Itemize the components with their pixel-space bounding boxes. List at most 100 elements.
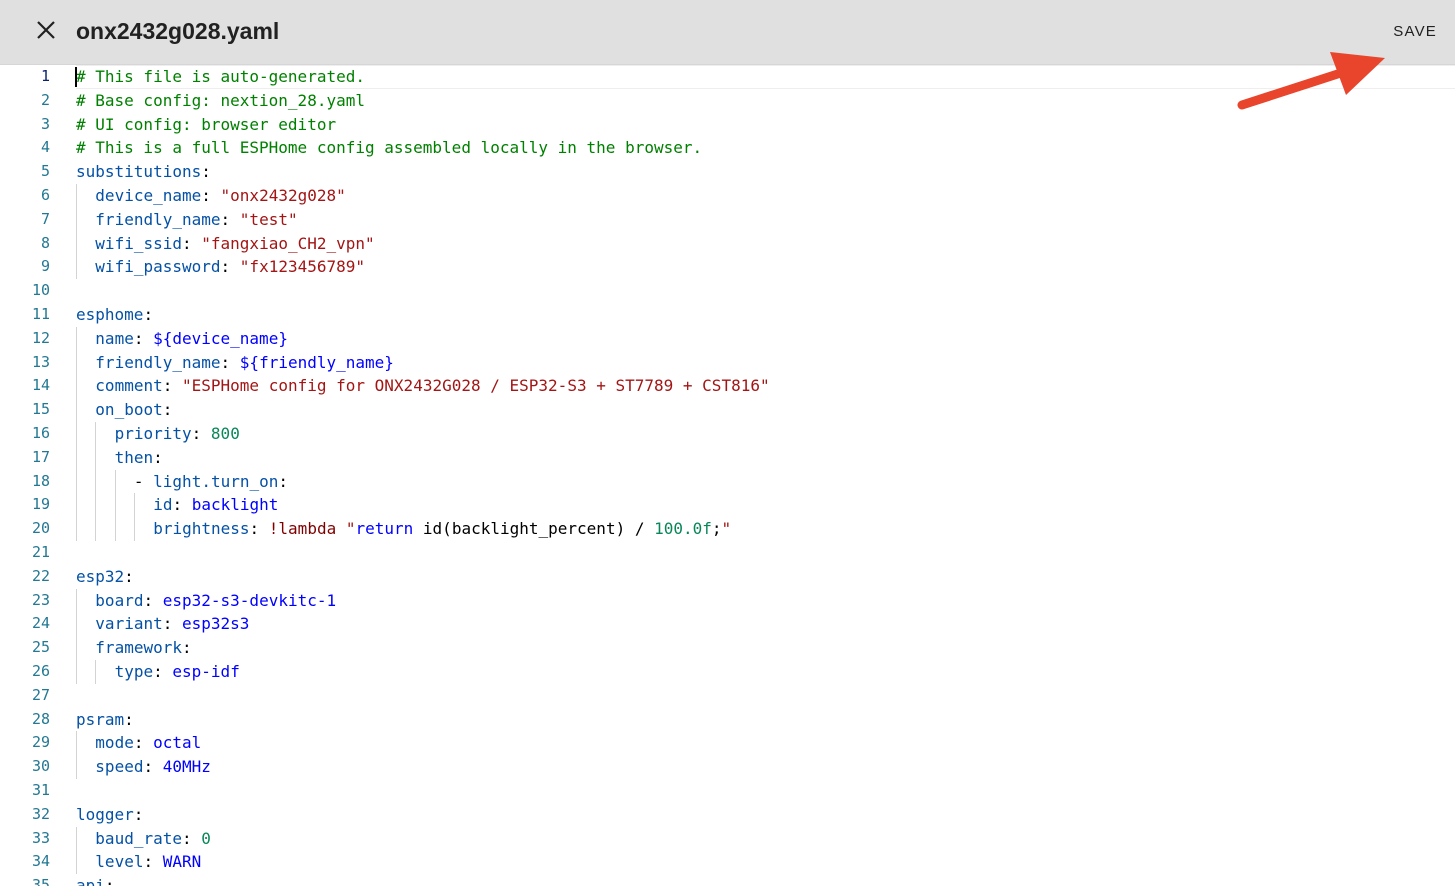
indent-guide: [76, 207, 95, 232]
code-line[interactable]: 26 type: esp-idf: [0, 659, 1455, 684]
code-token: :: [201, 185, 221, 205]
code-token: esp32-s3-devkitc-1: [162, 590, 337, 610]
code-token: :: [182, 233, 202, 253]
code-token: ${device_name}: [153, 328, 288, 348]
line-number: 10: [31, 281, 50, 300]
indent-guide: [133, 493, 153, 518]
line-number: 5: [40, 162, 50, 181]
code-token: psram: [76, 709, 125, 729]
line-number: 25: [31, 638, 50, 657]
code-line[interactable]: 9 wifi_password: "fx123456789": [0, 255, 1455, 280]
code-token: comment: [95, 376, 163, 396]
code-text: api:: [76, 874, 115, 886]
code-line[interactable]: 31: [0, 779, 1455, 803]
code-token: WARN: [162, 852, 202, 872]
code-text: wifi_ssid: "fangxiao_CH2_vpn": [76, 231, 375, 256]
indent-guide: [76, 421, 95, 446]
code-text: esphome:: [76, 303, 153, 327]
code-token: # Base config: nextion_28.yaml: [76, 90, 365, 110]
code-line[interactable]: 12 name: ${device_name}: [0, 326, 1455, 351]
code-line[interactable]: 2 # Base config: nextion_28.yaml: [0, 89, 1455, 113]
code-text: # UI config: browser editor: [76, 113, 336, 137]
code-line[interactable]: 19 id: backlight: [0, 493, 1455, 518]
code-line[interactable]: 23 board: esp32-s3-devkitc-1: [0, 588, 1455, 613]
line-number: 14: [31, 376, 50, 395]
code-token: :: [182, 638, 192, 658]
code-token: :: [162, 400, 173, 420]
code-text: then:: [76, 445, 163, 470]
save-button[interactable]: SAVE: [1385, 18, 1445, 46]
code-token: -: [133, 471, 154, 491]
line-number: 19: [31, 495, 50, 514]
code-token: :: [172, 495, 192, 515]
code-token: on_boot: [95, 400, 163, 420]
line-number: 22: [31, 566, 50, 585]
code-line[interactable]: 1 # This file is auto-generated.: [0, 65, 1455, 89]
code-token: wifi_password: [95, 257, 221, 277]
code-line[interactable]: 29 mode: octal: [0, 731, 1455, 756]
line-number: 31: [31, 780, 50, 799]
code-token: :: [162, 614, 182, 634]
code-line[interactable]: 24 variant: esp32s3: [0, 612, 1455, 637]
indent-guide: [114, 517, 134, 541]
code-token: esp32s3: [182, 614, 250, 634]
code-line[interactable]: 6 device_name: "onx2432g028": [0, 183, 1455, 208]
code-token: "onx2432g028": [220, 185, 346, 205]
indent-guide: [76, 231, 95, 256]
code-line[interactable]: 32 logger:: [0, 803, 1455, 827]
code-line[interactable]: 21: [0, 541, 1455, 565]
indent-guide: [76, 493, 95, 518]
code-line[interactable]: 3 # UI config: browser editor: [0, 113, 1455, 137]
code-token: "fx123456789": [239, 257, 366, 277]
code-token: esphome: [76, 304, 144, 324]
code-line[interactable]: 34 level: WARN: [0, 850, 1455, 875]
code-token: api: [76, 876, 105, 886]
code-line[interactable]: 28 psram:: [0, 708, 1455, 732]
code-token: # This file is auto-generated.: [76, 67, 365, 86]
indent-guide: [76, 517, 95, 541]
line-number: 34: [31, 852, 50, 871]
code-token: !lambda: [268, 519, 337, 539]
code-line[interactable]: 18 - light.turn_on:: [0, 469, 1455, 494]
indent-guide: [76, 659, 95, 684]
indent-guide: [76, 183, 95, 208]
code-text: esp32:: [76, 565, 134, 589]
indent-guide: [76, 826, 95, 851]
code-line[interactable]: 14 comment: "ESPHome config for ONX2432G0…: [0, 374, 1455, 399]
code-line[interactable]: 5 substitutions:: [0, 160, 1455, 184]
code-line[interactable]: 7 friendly_name: "test": [0, 207, 1455, 232]
code-line[interactable]: 27: [0, 684, 1455, 708]
code-line[interactable]: 11 esphome:: [0, 303, 1455, 327]
indent-guide: [76, 350, 95, 375]
code-line[interactable]: 20 brightness: !lambda "return id(backlig…: [0, 517, 1455, 541]
code-text: board: esp32-s3-devkitc-1: [76, 588, 337, 613]
indent-guide: [76, 469, 95, 494]
code-line[interactable]: 10: [0, 279, 1455, 303]
code-token: :: [124, 709, 134, 729]
code-line[interactable]: 8 wifi_ssid: "fangxiao_CH2_vpn": [0, 231, 1455, 256]
code-token: name: [95, 328, 134, 348]
code-token: :: [201, 162, 211, 182]
code-line[interactable]: 33 baud_rate: 0: [0, 826, 1455, 851]
code-text: wifi_password: "fx123456789": [76, 255, 366, 280]
code-text: id: backlight: [76, 493, 278, 518]
indent-guide: [76, 755, 95, 779]
code-text: baud_rate: 0: [76, 826, 211, 851]
code-line[interactable]: 16 priority: 800: [0, 421, 1455, 446]
line-number: 20: [31, 519, 50, 538]
code-line[interactable]: 35 api:: [0, 874, 1455, 886]
code-line[interactable]: 13 friendly_name: ${friendly_name}: [0, 350, 1455, 375]
code-line[interactable]: 22 esp32:: [0, 565, 1455, 589]
close-button[interactable]: [28, 14, 64, 50]
code-token: :: [191, 423, 211, 443]
line-number: 32: [31, 804, 50, 823]
code-line[interactable]: 15 on_boot:: [0, 398, 1455, 422]
code-line[interactable]: 4 # This is a full ESPHome config assembl…: [0, 136, 1455, 160]
code-line[interactable]: 17 then:: [0, 445, 1455, 470]
code-token: mode: [95, 733, 134, 753]
code-token: id(backlight_percent) /: [413, 519, 655, 539]
code-editor[interactable]: 1 # This file is auto-generated. 2 # Base c…: [0, 65, 1455, 886]
code-line[interactable]: 25 framework:: [0, 636, 1455, 660]
code-text: # Base config: nextion_28.yaml: [76, 89, 365, 113]
code-line[interactable]: 30 speed: 40MHz: [0, 755, 1455, 779]
